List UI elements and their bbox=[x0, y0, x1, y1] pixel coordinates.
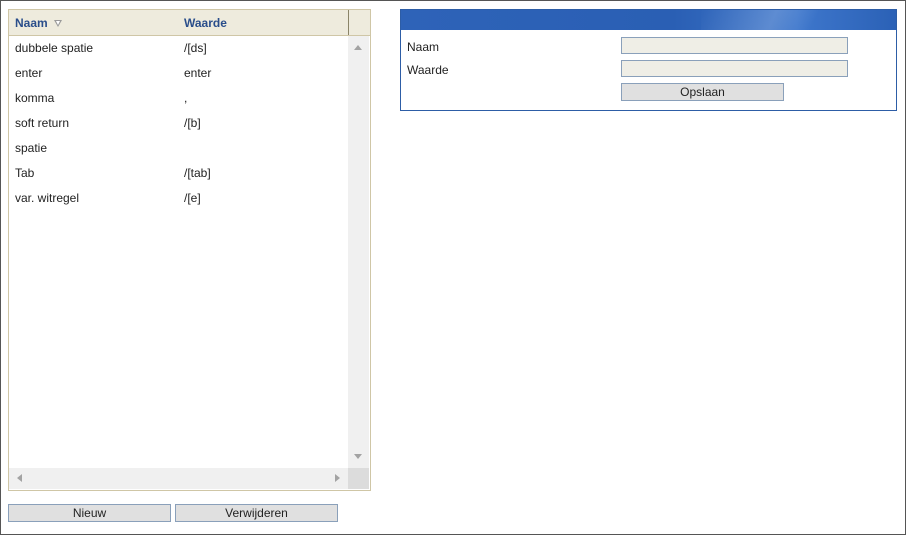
grid-rows: dubbele spatie /[ds] enter enter komma ,… bbox=[9, 36, 348, 211]
arrow-left-icon[interactable] bbox=[17, 474, 22, 482]
waarde-label: Waarde bbox=[407, 63, 449, 77]
cell-naam: var. witregel bbox=[15, 191, 80, 205]
table-row[interactable]: komma , bbox=[9, 86, 348, 111]
column-separator bbox=[348, 10, 349, 35]
cell-waarde: /[tab] bbox=[184, 166, 211, 180]
scrollbar-corner bbox=[348, 468, 369, 489]
save-button[interactable]: Opslaan bbox=[621, 83, 784, 101]
arrow-right-icon[interactable] bbox=[335, 474, 340, 482]
delete-button[interactable]: Verwijderen bbox=[175, 504, 338, 522]
horizontal-scrollbar[interactable] bbox=[9, 468, 348, 489]
waarde-input[interactable] bbox=[621, 60, 848, 77]
grid-header: Naam Waarde bbox=[9, 10, 370, 36]
edit-panel: Naam Waarde Opslaan bbox=[400, 9, 897, 111]
arrow-down-icon[interactable] bbox=[354, 454, 362, 459]
cell-waarde: , bbox=[184, 91, 188, 105]
cell-naam: spatie bbox=[15, 141, 48, 155]
vertical-scrollbar[interactable] bbox=[348, 36, 369, 468]
cell-naam: dubbele spatie bbox=[15, 41, 94, 55]
table-row[interactable]: Tab /[tab] bbox=[9, 161, 348, 186]
sort-descending-icon bbox=[53, 20, 62, 27]
items-grid: Naam Waarde dubbele spatie /[ds] enter e… bbox=[8, 9, 371, 491]
cell-naam: komma bbox=[15, 91, 55, 105]
cell-waarde: /[ds] bbox=[184, 41, 207, 55]
new-button[interactable]: Nieuw bbox=[8, 504, 171, 522]
table-row[interactable]: dubbele spatie /[ds] bbox=[9, 36, 348, 61]
cell-waarde: /[e] bbox=[184, 191, 201, 205]
table-row[interactable]: soft return /[b] bbox=[9, 111, 348, 136]
table-row[interactable]: var. witregel /[e] bbox=[9, 186, 348, 211]
panel-header bbox=[401, 10, 896, 30]
table-row[interactable]: enter enter bbox=[9, 61, 348, 86]
table-row[interactable]: spatie bbox=[9, 136, 348, 161]
cell-naam: enter bbox=[15, 66, 43, 80]
cell-naam: Tab bbox=[15, 166, 35, 180]
column-header-naam[interactable]: Naam bbox=[15, 16, 62, 30]
naam-input[interactable] bbox=[621, 37, 848, 54]
arrow-up-icon[interactable] bbox=[354, 45, 362, 50]
column-header-waarde[interactable]: Waarde bbox=[184, 16, 227, 30]
column-header-naam-label: Naam bbox=[15, 16, 48, 30]
cell-waarde: enter bbox=[184, 66, 212, 80]
header-shine bbox=[701, 10, 861, 30]
app-window: Naam Waarde dubbele spatie /[ds] enter e… bbox=[0, 0, 906, 535]
cell-naam: soft return bbox=[15, 116, 70, 130]
naam-label: Naam bbox=[407, 40, 440, 54]
cell-waarde: /[b] bbox=[184, 116, 201, 130]
